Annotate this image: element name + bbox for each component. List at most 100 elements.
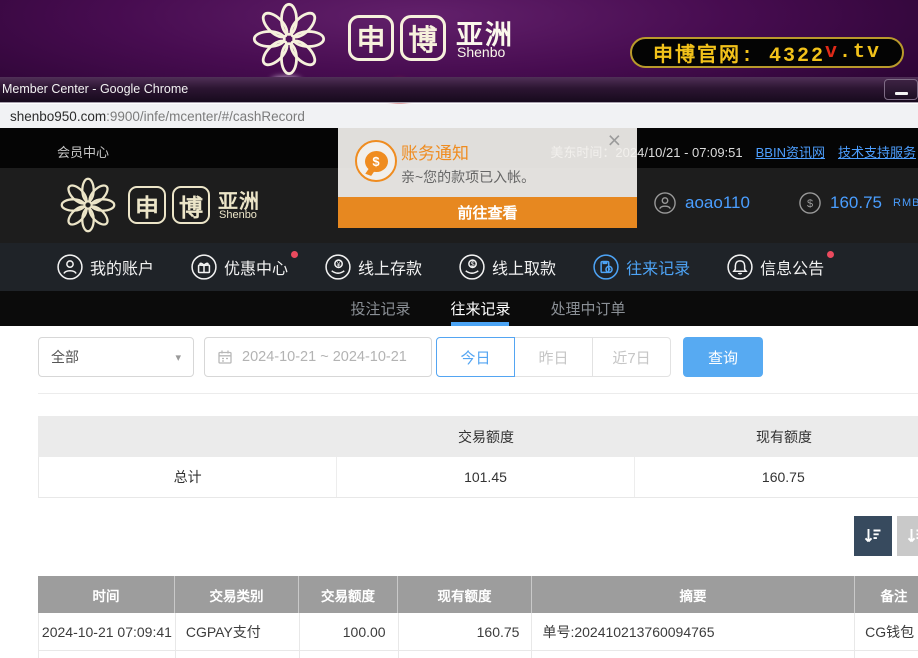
summary-total-row: 总计 101.45 160.75 — [38, 457, 918, 498]
cell-amount: 100.00 — [300, 613, 399, 650]
logo-sub: Shenbo — [457, 44, 505, 60]
screen: 申 博 亚洲 Shenbo 申博官网: 4322v.tv Member Cent… — [0, 0, 918, 658]
logo-char-shen: 申 — [128, 186, 166, 224]
cell-type: CGPAY支付 — [176, 613, 300, 650]
tab-pending-orders[interactable]: 处理中订单 — [551, 291, 626, 326]
cell-summary: 单号:202410213760094765 — [532, 613, 855, 650]
red-dot-badge — [291, 251, 298, 258]
notification-title: 账务通知 — [401, 139, 469, 164]
nav-label: 往来记录 — [626, 255, 690, 279]
summary-transaction-amount: 101.45 — [337, 457, 634, 497]
cell-note: CG钱包 — [855, 613, 918, 650]
logo-char-bo: 博 — [172, 186, 210, 224]
svg-text:$: $ — [807, 198, 813, 210]
type-select-value: 全部 — [51, 347, 79, 367]
last7days-button[interactable]: 近7日 — [592, 337, 671, 377]
balance-amount: 160.75 — [830, 193, 882, 213]
sort-descending-icon — [863, 526, 883, 546]
today-button[interactable]: 今日 — [436, 337, 515, 377]
tab-bet-records[interactable]: 投注记录 — [350, 291, 410, 326]
main-nav: 我的账户 优惠中心 ¥ 线上存款 $ 线上取款 — [0, 243, 918, 291]
username: aoao110 — [685, 193, 750, 213]
nav-label: 线上取款 — [492, 255, 556, 279]
col-header-amount: 交易额度 — [299, 576, 398, 613]
cell-time: 2024-10-21 07:09:41 — [39, 613, 176, 650]
nav-label: 信息公告 — [760, 255, 824, 279]
nav-item-transaction-records[interactable]: 往来记录 — [593, 254, 690, 280]
flower-logo-icon — [60, 177, 116, 233]
section-divider — [38, 393, 918, 394]
go-view-button[interactable]: 前往查看 — [338, 197, 637, 228]
content-area: 全部 ▾ 2024-10-21 ~ 2024-10-21 今日 昨日 近7日 查… — [0, 326, 918, 658]
minimize-icon — [895, 92, 908, 95]
col-header-summary: 摘要 — [532, 576, 855, 613]
sort-ascending-icon — [906, 526, 918, 546]
dollar-icon: $ — [799, 192, 821, 214]
tab-label: 往来记录 — [450, 298, 510, 319]
gift-icon — [191, 254, 217, 280]
user-account[interactable]: aoao110 — [654, 192, 750, 214]
notification-popup: $ 账务通知 亲~您的款项已入帐。 × 前往查看 — [338, 128, 637, 228]
records-icon — [593, 254, 619, 280]
nav-item-promotions[interactable]: 优惠中心 — [191, 254, 288, 280]
window-title: Member Center - Google Chrome — [2, 82, 188, 96]
nav-item-withdraw[interactable]: $ 线上取款 — [459, 254, 556, 280]
tab-label: 投注记录 — [350, 298, 410, 319]
logo-char-shen: 申 — [348, 15, 394, 61]
url-bar[interactable]: shenbo950.com:9900/infe/mcenter/#/cashRe… — [0, 104, 918, 128]
col-header-type: 交易类别 — [175, 576, 299, 613]
link-bbin-news[interactable]: BBIN资讯网 — [756, 142, 825, 161]
deposit-icon: ¥ — [325, 254, 351, 280]
brand-banner: 申 博 亚洲 Shenbo 申博官网: 4322v.tv — [0, 0, 918, 77]
type-select[interactable]: 全部 ▾ — [38, 337, 194, 377]
badge-highlight: v — [825, 41, 839, 64]
member-center-label: 会员中心 — [57, 142, 109, 161]
search-button[interactable]: 查询 — [683, 337, 763, 377]
date-range-input[interactable]: 2024-10-21 ~ 2024-10-21 — [204, 337, 432, 377]
sort-descending-button[interactable] — [854, 516, 892, 556]
bell-icon — [727, 254, 753, 280]
sub-nav: 投注记录 往来记录 处理中订单 — [0, 291, 918, 326]
summary-table: 交易额度 现有额度 总计 101.45 160.75 — [38, 416, 918, 498]
minimize-button[interactable] — [884, 79, 918, 100]
summary-header-cell: 交易额度 — [337, 416, 635, 457]
quick-date-group: 今日 昨日 近7日 — [436, 337, 671, 377]
date-range-value: 2024-10-21 ~ 2024-10-21 — [242, 349, 407, 365]
nav-item-announcements[interactable]: 信息公告 — [727, 254, 824, 280]
badge-suffix: .tv — [839, 41, 881, 64]
nav-item-deposit[interactable]: ¥ 线上存款 — [325, 254, 422, 280]
calendar-icon — [217, 349, 233, 365]
cell-balance: 160.75 — [399, 613, 533, 650]
nav-item-my-account[interactable]: 我的账户 — [57, 254, 154, 280]
notification-body: $ 账务通知 亲~您的款项已入帐。 × — [338, 128, 637, 197]
summary-header-cell: 现有额度 — [635, 416, 918, 457]
withdraw-icon: $ — [459, 254, 485, 280]
summary-header-row: 交易额度 现有额度 — [38, 416, 918, 457]
logo-sub: Shenbo — [219, 209, 257, 221]
flower-logo-icon — [252, 2, 326, 76]
col-header-note: 备注 — [855, 576, 918, 613]
records-table: 时间 交易类别 交易额度 现有额度 摘要 备注 2024-10-21 07:09… — [38, 576, 918, 658]
money-bubble-icon: $ — [355, 140, 397, 182]
tab-label: 处理中订单 — [551, 298, 626, 319]
logo-char-bo: 博 — [400, 15, 446, 61]
tab-transaction-records[interactable]: 往来记录 — [450, 291, 510, 326]
dollar-bubble-icon: $ — [365, 151, 388, 172]
nav-label: 线上存款 — [358, 255, 422, 279]
summary-header-cell — [38, 416, 337, 457]
url-domain: shenbo950.com — [10, 109, 106, 124]
user-balance[interactable]: $ 160.75 RMB — [799, 192, 918, 214]
red-dot-badge — [827, 251, 834, 258]
sort-ascending-button[interactable] — [897, 516, 918, 556]
table-row-partial — [38, 651, 918, 658]
badge-prefix: 申博官网: 4322 — [653, 38, 825, 68]
link-tech-support[interactable]: 技术支持服务 — [838, 142, 916, 161]
yesterday-button[interactable]: 昨日 — [514, 337, 593, 377]
summary-total-label: 总计 — [39, 457, 337, 497]
close-icon[interactable]: × — [608, 129, 621, 152]
window-titlebar[interactable]: Member Center - Google Chrome — [0, 77, 918, 103]
user-icon — [57, 254, 83, 280]
nav-label: 优惠中心 — [224, 255, 288, 279]
official-site-badge[interactable]: 申博官网: 4322v.tv — [630, 37, 904, 68]
col-header-time: 时间 — [38, 576, 175, 613]
